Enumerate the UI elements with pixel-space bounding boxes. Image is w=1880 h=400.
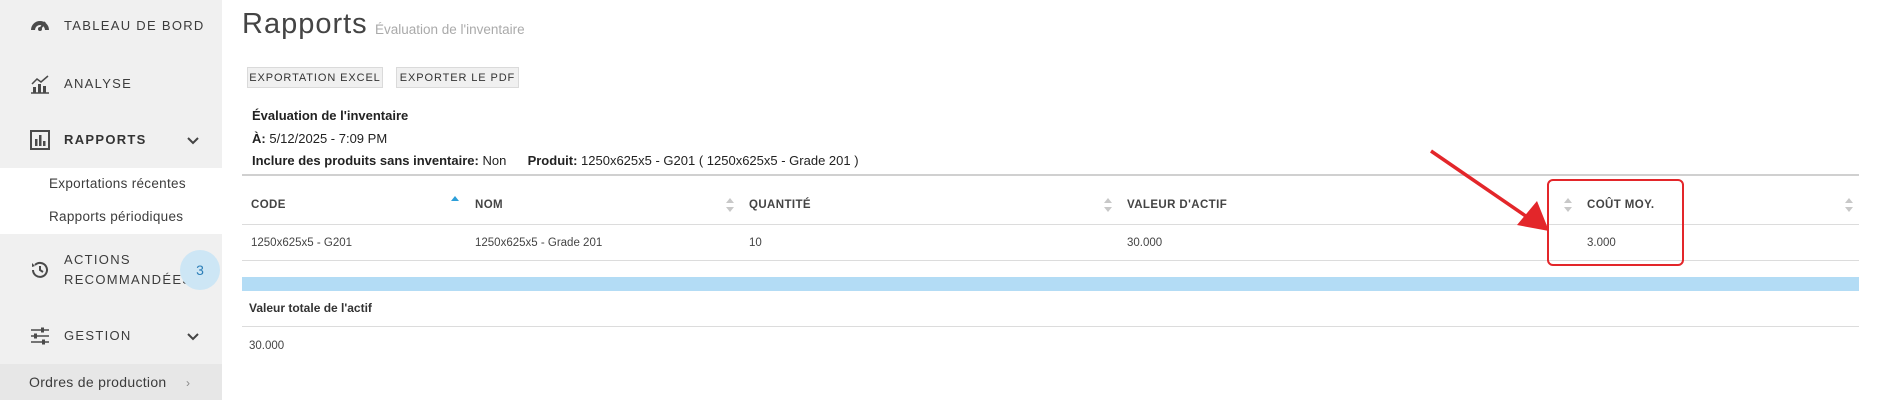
nav-label: RAPPORTS <box>64 132 147 147</box>
sort-icon[interactable] <box>725 196 735 214</box>
export-excel-button[interactable]: EXPORTATION EXCEL <box>247 67 383 88</box>
product-value: 1250x625x5 - G201 ( 1250x625x5 - Grade 2… <box>581 153 859 168</box>
include-products-label: Inclure des produits sans inventaire: <box>252 153 479 168</box>
subnav-exportations-recentes[interactable]: Exportations récentes <box>49 176 186 191</box>
nav-label: Ordres de production <box>29 374 167 390</box>
nav-label: TABLEAU DE BORD <box>64 18 205 33</box>
nav-label: GESTION <box>64 328 132 343</box>
cell-quantite: 10 <box>749 237 762 249</box>
cell-code: 1250x625x5 - G201 <box>251 237 353 249</box>
totals-band <box>242 277 1859 291</box>
nav-item-actions-recommandees[interactable]: ACTIONS RECOMMANDÉES 3 <box>0 248 222 292</box>
report-title: Évaluation de l'inventaire <box>252 108 409 123</box>
export-pdf-button[interactable]: EXPORTER LE PDF <box>396 67 519 88</box>
page-title: Rapports <box>242 8 368 40</box>
nav-item-tableau-de-bord[interactable]: TABLEAU DE BORD <box>0 14 222 38</box>
report-date: À: 5/12/2025 - 7:09 PM <box>252 131 387 146</box>
product-label: Produit: <box>527 153 578 168</box>
chevron-right-icon: › <box>186 376 190 390</box>
divider <box>242 174 1859 176</box>
reports-bar-chart-icon <box>28 128 52 152</box>
cell-nom: 1250x625x5 - Grade 201 <box>475 237 603 249</box>
nav-item-ordres-de-production[interactable]: Ordres de production › <box>0 364 222 400</box>
include-products-value: Non <box>482 153 507 168</box>
sort-icon[interactable] <box>1103 196 1113 214</box>
nav-item-analyse[interactable]: ANALYSE <box>0 72 222 96</box>
dashboard-gauge-icon <box>28 14 52 38</box>
cell-valeur-actif: 30.000 <box>1127 237 1163 249</box>
report-filters: Inclure des produits sans inventaire: No… <box>252 153 859 168</box>
notification-count-badge: 3 <box>180 250 220 290</box>
chevron-down-icon[interactable] <box>186 134 200 148</box>
total-asset-value: 30.000 <box>249 340 285 352</box>
history-clock-icon <box>28 258 52 282</box>
sidebar: TABLEAU DE BORD ANALYSE RAPPORTS Exporta… <box>0 0 222 400</box>
report-date-value: 5/12/2025 - 7:09 PM <box>269 131 388 146</box>
annotation-arrow-icon <box>1430 149 1549 231</box>
subnav-rapports-periodiques[interactable]: Rapports périodiques <box>49 209 183 224</box>
sort-icon[interactable] <box>1844 196 1854 214</box>
highlight-box <box>1547 179 1684 266</box>
sort-ascending-icon[interactable] <box>450 193 460 211</box>
total-asset-value-label: Valeur totale de l'actif <box>249 301 372 315</box>
analytics-chart-icon <box>28 72 52 96</box>
column-header-quantite[interactable]: QUANTITÉ <box>749 199 811 211</box>
column-header-nom[interactable]: NOM <box>475 199 503 211</box>
reports-subnav: Exportations récentes Rapports périodiqu… <box>0 168 222 234</box>
nav-item-rapports[interactable]: RAPPORTS <box>0 128 222 152</box>
column-header-code[interactable]: CODE <box>251 199 286 211</box>
sliders-icon <box>28 324 52 348</box>
page-subtitle: Évaluation de l'inventaire <box>375 22 525 37</box>
report-date-label: À: <box>252 131 266 146</box>
chevron-down-icon[interactable] <box>186 330 200 344</box>
nav-label-line2: RECOMMANDÉES <box>64 272 193 287</box>
nav-label: ANALYSE <box>64 76 133 91</box>
column-header-valeur-actif[interactable]: VALEUR D'ACTIF <box>1127 199 1227 211</box>
divider <box>242 326 1859 327</box>
nav-item-gestion[interactable]: GESTION <box>0 324 222 348</box>
nav-label-line1: ACTIONS <box>64 252 131 267</box>
